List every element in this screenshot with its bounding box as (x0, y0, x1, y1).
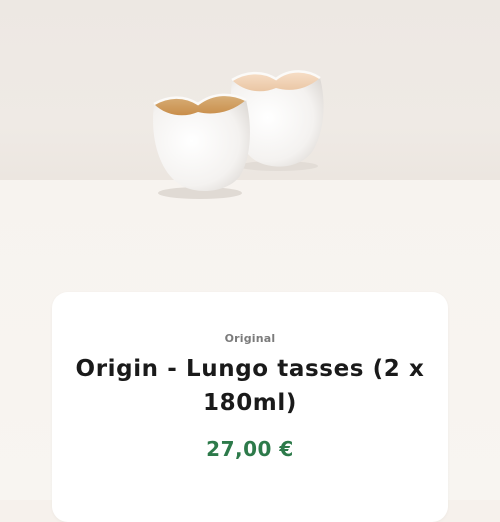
cup-front (153, 93, 250, 192)
product-price: 27,00 € (206, 437, 294, 461)
product-card[interactable]: Original Origin - Lungo tasses (2 x 180m… (52, 292, 448, 522)
product-category: Original (224, 332, 276, 345)
product-image[interactable] (0, 0, 500, 210)
product-title: Origin - Lungo tasses (2 x 180ml) (75, 356, 425, 416)
